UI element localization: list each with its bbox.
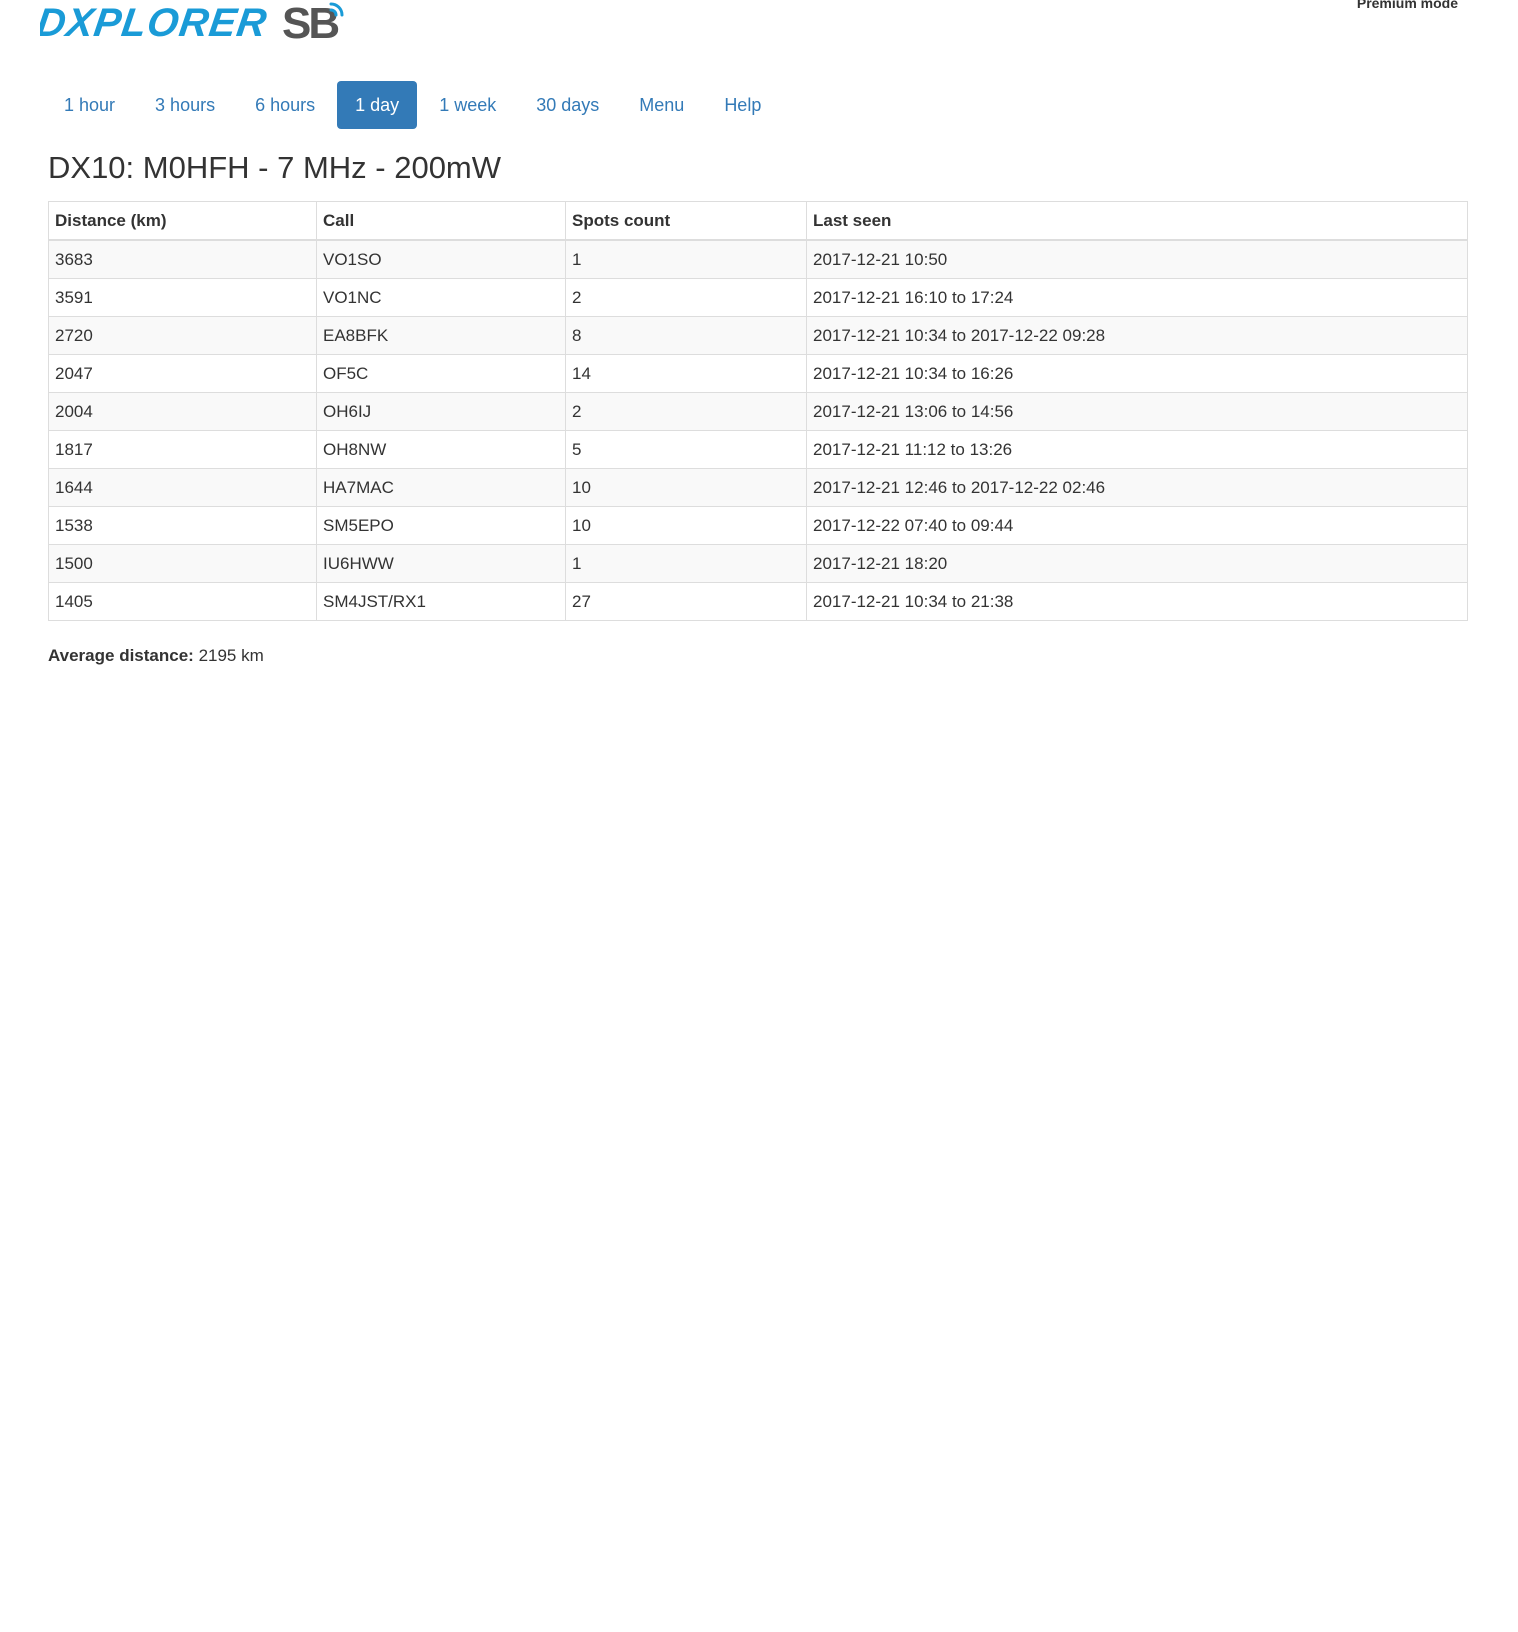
cell-distance: 1405 — [48, 582, 317, 621]
logo-wordmark: DXPLORER — [40, 0, 270, 45]
cell-distance: 1817 — [48, 430, 317, 469]
average-distance-value: 2195 km — [198, 646, 264, 665]
table-row: 2720 EA8BFK 8 2017-12-21 10:34 to 2017-1… — [48, 316, 1468, 355]
column-header-distance: Distance (km) — [48, 201, 317, 241]
cell-last-seen: 2017-12-21 18:20 — [806, 544, 1468, 583]
table-row: 2047 OF5C 14 2017-12-21 10:34 to 16:26 — [48, 354, 1468, 393]
cell-distance: 1538 — [48, 506, 317, 545]
cell-spots-count: 2 — [565, 392, 807, 431]
logo-badge: SB — [282, 0, 338, 46]
cell-call: OH8NW — [316, 430, 566, 469]
cell-spots-count: 10 — [565, 506, 807, 545]
cell-last-seen: 2017-12-21 10:34 to 2017-12-22 09:28 — [806, 316, 1468, 355]
cell-last-seen: 2017-12-21 16:10 to 17:24 — [806, 278, 1468, 317]
table-row: 1405 SM4JST/RX1 27 2017-12-21 10:34 to 2… — [48, 582, 1468, 621]
tab-menu[interactable]: Menu — [621, 81, 702, 129]
cell-spots-count: 1 — [565, 544, 807, 583]
cell-call: HA7MAC — [316, 468, 566, 507]
cell-distance: 1644 — [48, 468, 317, 507]
tab-3-hours[interactable]: 3 hours — [137, 81, 233, 129]
cell-call: OF5C — [316, 354, 566, 393]
cell-distance: 3683 — [48, 239, 317, 279]
column-header-last-seen: Last seen — [806, 201, 1468, 241]
cell-call: EA8BFK — [316, 316, 566, 355]
table-row: 1500 IU6HWW 1 2017-12-21 18:20 — [48, 544, 1468, 583]
cell-last-seen: 2017-12-22 07:40 to 09:44 — [806, 506, 1468, 545]
column-header-call: Call — [316, 201, 566, 241]
cell-call: VO1NC — [316, 278, 566, 317]
cell-last-seen: 2017-12-21 10:50 — [806, 239, 1468, 279]
cell-spots-count: 27 — [565, 582, 807, 621]
cell-last-seen: 2017-12-21 12:46 to 2017-12-22 02:46 — [806, 468, 1468, 507]
tab-30-days[interactable]: 30 days — [518, 81, 617, 129]
average-distance-label: Average distance: — [48, 646, 194, 665]
tab-1-day[interactable]: 1 day — [337, 81, 418, 129]
premium-mode-label: Premium mode — [1356, 0, 1458, 11]
cell-call: SM4JST/RX1 — [316, 582, 566, 621]
cell-last-seen: 2017-12-21 10:34 to 16:26 — [806, 354, 1468, 393]
cell-call: VO1SO — [316, 239, 566, 279]
cell-spots-count: 14 — [565, 354, 807, 393]
cell-call: OH6IJ — [316, 392, 566, 431]
spots-table: Distance (km) Call Spots count Last seen… — [48, 201, 1468, 621]
table-header-row: Distance (km) Call Spots count Last seen — [48, 201, 1468, 241]
cell-spots-count: 8 — [565, 316, 807, 355]
cell-distance: 2047 — [48, 354, 317, 393]
time-range-tabs: 1 hour 3 hours 6 hours 1 day 1 week 30 d… — [46, 81, 779, 129]
table-row: 1538 SM5EPO 10 2017-12-22 07:40 to 09:44 — [48, 506, 1468, 545]
cell-distance: 2004 — [48, 392, 317, 431]
tab-6-hours[interactable]: 6 hours — [237, 81, 333, 129]
cell-spots-count: 1 — [565, 239, 807, 279]
tab-1-week[interactable]: 1 week — [421, 81, 514, 129]
tab-help[interactable]: Help — [706, 81, 779, 129]
cell-call: SM5EPO — [316, 506, 566, 545]
column-header-spots-count: Spots count — [565, 201, 807, 241]
table-row: 1644 HA7MAC 10 2017-12-21 12:46 to 2017-… — [48, 468, 1468, 507]
table-row: 3683 VO1SO 1 2017-12-21 10:50 — [48, 239, 1468, 279]
table-row: 1817 OH8NW 5 2017-12-21 11:12 to 13:26 — [48, 430, 1468, 469]
dxplorer-logo[interactable]: DXPLORER SB — [40, 0, 360, 46]
cell-last-seen: 2017-12-21 10:34 to 21:38 — [806, 582, 1468, 621]
table-row: 3591 VO1NC 2 2017-12-21 16:10 to 17:24 — [48, 278, 1468, 317]
cell-spots-count: 2 — [565, 278, 807, 317]
average-distance: Average distance: 2195 km — [48, 646, 264, 666]
tab-1-hour[interactable]: 1 hour — [46, 81, 133, 129]
cell-call: IU6HWW — [316, 544, 566, 583]
table-row: 2004 OH6IJ 2 2017-12-21 13:06 to 14:56 — [48, 392, 1468, 431]
page-title: DX10: M0HFH - 7 MHz - 200mW — [48, 150, 502, 185]
cell-spots-count: 5 — [565, 430, 807, 469]
cell-distance: 3591 — [48, 278, 317, 317]
cell-last-seen: 2017-12-21 13:06 to 14:56 — [806, 392, 1468, 431]
cell-spots-count: 10 — [565, 468, 807, 507]
cell-last-seen: 2017-12-21 11:12 to 13:26 — [806, 430, 1468, 469]
cell-distance: 1500 — [48, 544, 317, 583]
cell-distance: 2720 — [48, 316, 317, 355]
